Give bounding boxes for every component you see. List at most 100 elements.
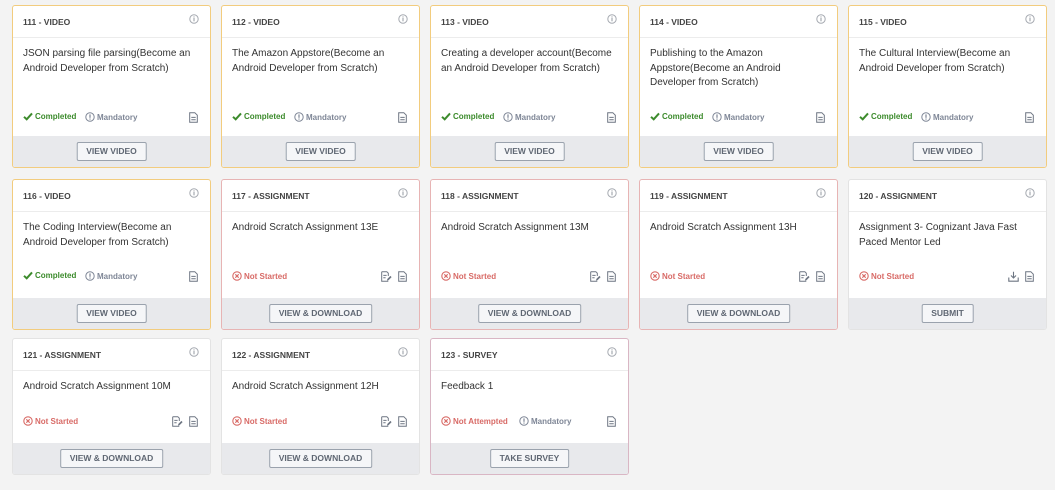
card-actions (1008, 271, 1034, 282)
document-icon[interactable] (398, 416, 407, 427)
mandatory-badge: Mandatory (519, 416, 571, 426)
info-icon[interactable] (398, 14, 408, 24)
activity-card: 115 - VIDEO The Cultural Interview(Becom… (848, 5, 1047, 168)
view-download-button[interactable]: VIEW & DOWNLOAD (477, 304, 582, 323)
card-code: 112 - VIDEO (232, 17, 280, 27)
card-header: 123 - SURVEY (431, 339, 628, 371)
view-video-button[interactable]: VIEW VIDEO (912, 142, 983, 161)
card-actions (607, 112, 616, 123)
card-header: 114 - VIDEO (640, 6, 837, 38)
card-footer: VIEW & DOWNLOAD (640, 298, 837, 329)
card-title: Publishing to the Amazon Appstore(Become… (650, 48, 781, 88)
card-code: 119 - ASSIGNMENT (650, 191, 728, 201)
checkmark-icon (859, 112, 869, 121)
card-code: 121 - ASSIGNMENT (23, 350, 102, 360)
card-title: The Coding Interview(Become an Android D… (23, 222, 172, 248)
card-code: 113 - VIDEO (441, 17, 489, 27)
mandatory-label: Mandatory (515, 112, 556, 122)
status-row: Completed Mandatory (859, 112, 1034, 126)
edit-document-icon[interactable] (590, 271, 601, 282)
info-icon[interactable] (189, 188, 199, 198)
document-icon[interactable] (607, 416, 616, 427)
not-started-status: Not Started (232, 271, 287, 281)
card-header: 116 - VIDEO (13, 180, 210, 212)
exclamation-circle-icon (921, 112, 931, 122)
edit-document-icon[interactable] (172, 416, 183, 427)
status-label: Completed (662, 112, 704, 121)
document-icon[interactable] (398, 112, 407, 123)
card-title: Feedback 1 (441, 381, 494, 392)
view-video-button[interactable]: VIEW VIDEO (76, 304, 147, 323)
info-icon[interactable] (189, 14, 199, 24)
view-download-button[interactable]: VIEW & DOWNLOAD (686, 304, 791, 323)
activity-card: 118 - ASSIGNMENT Android Scratch Assignm… (430, 179, 629, 330)
card-footer: VIEW & DOWNLOAD (431, 298, 628, 329)
download-icon[interactable] (1008, 271, 1019, 282)
view-video-button[interactable]: VIEW VIDEO (285, 142, 356, 161)
mandatory-badge: Mandatory (294, 112, 346, 122)
document-icon[interactable] (607, 112, 616, 123)
card-title: Android Scratch Assignment 13H (650, 222, 797, 233)
take-survey-button[interactable]: TAKE SURVEY (489, 449, 570, 468)
activity-card: 111 - VIDEO JSON parsing file parsing(Be… (12, 5, 211, 168)
status-row: Completed Mandatory (23, 271, 198, 285)
status-row: Completed Mandatory (232, 112, 407, 126)
card-actions (1025, 112, 1034, 123)
view-video-button[interactable]: VIEW VIDEO (76, 142, 147, 161)
info-icon[interactable] (1025, 14, 1035, 24)
info-icon[interactable] (816, 188, 826, 198)
card-footer: VIEW VIDEO (13, 136, 210, 167)
activity-card: 119 - ASSIGNMENT Android Scratch Assignm… (639, 179, 838, 330)
view-download-button[interactable]: VIEW & DOWNLOAD (59, 449, 164, 468)
edit-document-icon[interactable] (381, 271, 392, 282)
card-title: The Amazon Appstore(Become an Android De… (232, 48, 385, 74)
status-label: Completed (35, 271, 77, 280)
document-icon[interactable] (607, 271, 616, 282)
activity-card: 117 - ASSIGNMENT Android Scratch Assignm… (221, 179, 420, 330)
submit-button[interactable]: SUBMIT (921, 304, 974, 323)
card-code: 116 - VIDEO (23, 191, 71, 201)
edit-document-icon[interactable] (799, 271, 810, 282)
view-download-button[interactable]: VIEW & DOWNLOAD (268, 304, 373, 323)
info-icon[interactable] (607, 14, 617, 24)
mandatory-badge: Mandatory (503, 112, 555, 122)
document-icon[interactable] (189, 416, 198, 427)
document-icon[interactable] (1025, 271, 1034, 282)
card-actions (398, 112, 407, 123)
document-icon[interactable] (189, 271, 198, 282)
card-header: 112 - VIDEO (222, 6, 419, 38)
checkmark-icon (23, 112, 33, 121)
completed-status: Completed (859, 112, 912, 121)
document-icon[interactable] (398, 271, 407, 282)
card-footer: VIEW & DOWNLOAD (222, 298, 419, 329)
card-code: 117 - ASSIGNMENT (232, 191, 310, 201)
edit-document-icon[interactable] (381, 416, 392, 427)
mandatory-label: Mandatory (724, 112, 765, 122)
card-code: 120 - ASSIGNMENT (859, 191, 938, 201)
document-icon[interactable] (816, 271, 825, 282)
card-title: JSON parsing file parsing(Become an Andr… (23, 48, 191, 74)
status-row: Not Started (650, 271, 825, 285)
document-icon[interactable] (189, 112, 198, 123)
info-icon[interactable] (189, 347, 199, 357)
info-icon[interactable] (1025, 188, 1035, 198)
card-title: Assignment 3- Cognizant Java Fast Paced … (859, 222, 1017, 248)
view-video-button[interactable]: VIEW VIDEO (703, 142, 774, 161)
info-icon[interactable] (607, 347, 617, 357)
not-started-status: Not Started (23, 416, 78, 426)
info-icon[interactable] (398, 188, 408, 198)
view-download-button[interactable]: VIEW & DOWNLOAD (268, 449, 373, 468)
x-circle-icon (23, 416, 33, 426)
view-video-button[interactable]: VIEW VIDEO (494, 142, 565, 161)
status-row: Not Attempted Mandatory (441, 416, 616, 430)
info-icon[interactable] (816, 14, 826, 24)
info-icon[interactable] (398, 347, 408, 357)
card-footer: VIEW VIDEO (640, 136, 837, 167)
document-icon[interactable] (816, 112, 825, 123)
document-icon[interactable] (1025, 112, 1034, 123)
card-header: 113 - VIDEO (431, 6, 628, 38)
info-icon[interactable] (607, 188, 617, 198)
status-row: Completed Mandatory (441, 112, 616, 126)
mandatory-label: Mandatory (531, 416, 572, 426)
status-label: Completed (35, 112, 77, 121)
